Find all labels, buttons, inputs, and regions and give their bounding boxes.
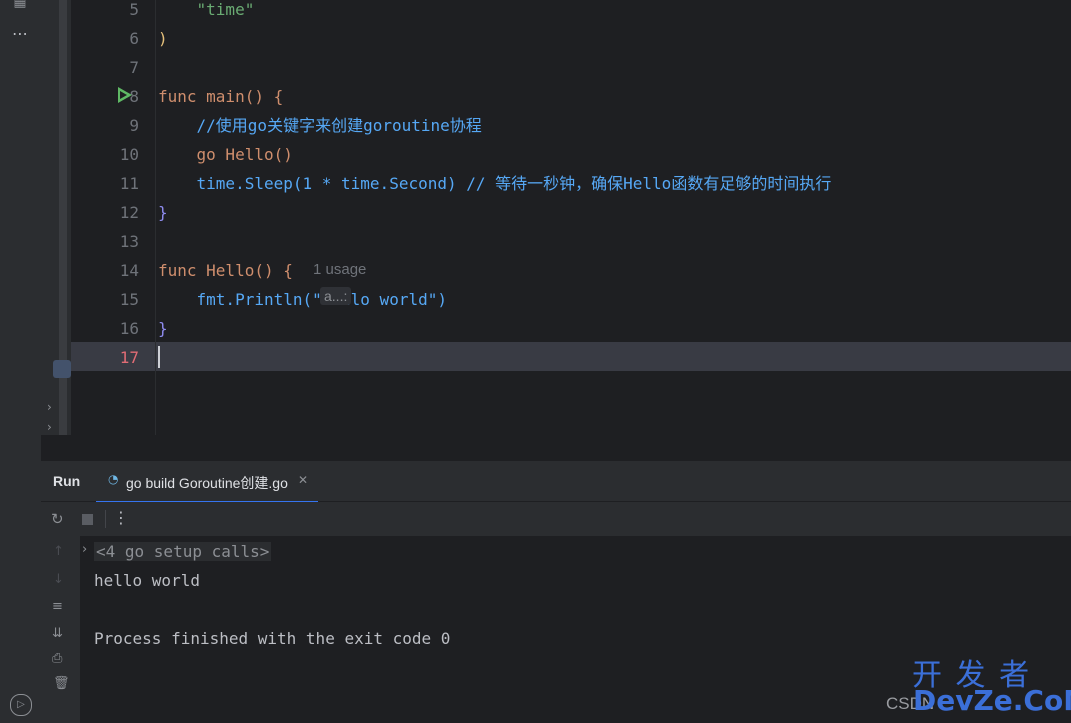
param-hint: a...: (320, 287, 352, 305)
panel-divider[interactable] (41, 435, 1071, 461)
console-line: hello world (94, 571, 200, 590)
more-vertical-icon[interactable]: ⋮ (113, 508, 129, 527)
code-line: go Hello() (158, 145, 293, 164)
code-line: time.Sleep(1 * time.Second) // 等待一秒钟，确保H… (158, 174, 832, 193)
line-number: 6 (129, 29, 139, 48)
line-number: 12 (119, 203, 139, 222)
gopher-icon: ◔ (108, 472, 119, 486)
arrow-down-icon[interactable]: ↓ (53, 572, 64, 587)
setup-calls-fold[interactable]: <4 go setup calls> (94, 542, 272, 561)
code-line: fmt.Println("hello world") (158, 290, 447, 309)
chevron-right-icon[interactable]: › (82, 542, 87, 557)
stop-icon[interactable] (82, 514, 93, 525)
code-line: func Hello() { (158, 261, 293, 280)
close-icon[interactable]: ✕ (298, 473, 308, 487)
panel-title: Run (53, 473, 81, 489)
soft-wrap-icon[interactable]: ≡ (52, 599, 63, 614)
line-number: 11 (119, 174, 139, 193)
services-icon[interactable]: ▷ (10, 694, 32, 716)
arrow-up-icon[interactable]: ↑ (53, 544, 64, 559)
chevron-right-icon[interactable]: › (47, 420, 52, 434)
run-tab[interactable]: ◔ go build Goroutine创建.go ✕ (96, 461, 318, 503)
run-toolbar: ↻ ⋮ (41, 502, 1071, 536)
line-number: 5 (129, 0, 139, 19)
line-number: 7 (129, 58, 139, 77)
line-number: 15 (119, 290, 139, 309)
code-line: } (158, 203, 168, 222)
code-line: } (158, 319, 168, 338)
more-icon[interactable]: ⋯ (8, 24, 32, 44)
code-line: ) (158, 29, 168, 48)
print-icon[interactable]: ⎙ (52, 651, 62, 666)
line-number: 16 (119, 319, 139, 338)
run-tab-label: go build Goroutine创建.go (126, 475, 288, 491)
line-number: 14 (119, 261, 139, 280)
usage-hint[interactable]: 1 usage (313, 261, 366, 278)
activity-bar: ▦ ⋯ ▷ (0, 0, 42, 723)
project-tree-strip: › › (41, 0, 71, 445)
code-line: //使用go关键字来创建goroutine协程 (158, 116, 482, 135)
current-line-highlight (71, 342, 1071, 371)
chevron-right-icon[interactable]: › (47, 400, 52, 414)
code-line: "time" (158, 0, 255, 19)
tree-scrollbar[interactable] (59, 0, 67, 445)
tree-selection[interactable] (53, 360, 71, 378)
run-panel-header: Run ◔ go build Goroutine创建.go ✕ (41, 461, 1071, 503)
line-number: 13 (119, 232, 139, 251)
trash-icon[interactable]: 🗑 (53, 676, 70, 691)
console-side-toolbar: ↑ ↓ ≡ ⇊ ⎙ 🗑 (41, 536, 80, 723)
toolbar-separator (105, 510, 106, 528)
scroll-to-end-icon[interactable]: ⇊ (52, 626, 63, 641)
watermark-bottom: DevZe.CoM (913, 684, 1071, 717)
line-number: 10 (119, 145, 139, 164)
rerun-icon[interactable]: ↻ (51, 510, 64, 528)
gutter-separator (155, 0, 156, 435)
console-line: Process finished with the exit code 0 (94, 629, 451, 648)
grid-icon[interactable]: ▦ (10, 0, 30, 10)
run-icon-inner (120, 91, 127, 99)
line-number-current: 17 (119, 348, 139, 367)
text-caret (158, 346, 160, 368)
code-line: func main() { (158, 87, 284, 106)
line-number: 9 (129, 116, 139, 135)
